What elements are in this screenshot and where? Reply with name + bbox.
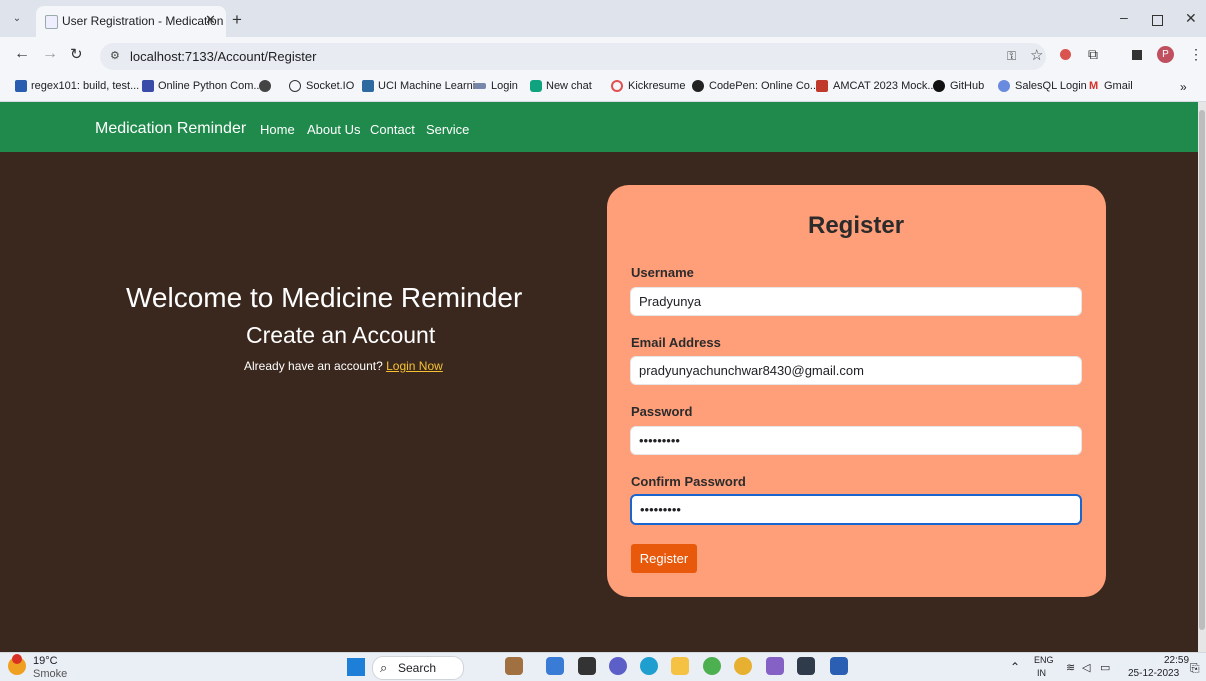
github-bookmark-icon: [933, 80, 945, 92]
codepen-bookmark-icon: [692, 80, 704, 92]
taskview-icon[interactable]: [578, 657, 596, 675]
new-tab-icon[interactable]: +: [232, 10, 242, 30]
back-icon[interactable]: ←: [14, 45, 30, 63]
battery-icon[interactable]: ▭: [1100, 661, 1110, 674]
terminal-icon[interactable]: [797, 657, 815, 675]
widgets-icon[interactable]: [505, 657, 523, 675]
file-explorer-icon[interactable]: [671, 657, 689, 675]
extensions-puzzle-icon[interactable]: ⧉: [1088, 46, 1098, 63]
create-account-heading: Create an Account: [246, 322, 436, 348]
confirm-password-field[interactable]: [630, 494, 1082, 525]
bookmark-item[interactable]: SalesQL Login: [1015, 80, 1087, 92]
password-label: Password: [631, 404, 693, 419]
chatgpt-bookmark-icon: [530, 80, 542, 92]
word-icon[interactable]: [830, 657, 848, 675]
site-info-icon[interactable]: ⚙: [110, 49, 120, 62]
password-field[interactable]: [630, 426, 1082, 455]
tray-overflow-icon[interactable]: ⌃: [1010, 660, 1020, 674]
volume-icon[interactable]: ◁: [1082, 661, 1090, 674]
windows-taskbar: [0, 652, 1206, 681]
bookmark-item[interactable]: Login: [491, 80, 518, 92]
profile-avatar[interactable]: P: [1157, 46, 1174, 63]
bookmark-item[interactable]: Gmail: [1104, 80, 1133, 92]
bookmark-star-icon[interactable]: ☆: [1030, 46, 1043, 64]
socketio-bookmark-icon: [289, 80, 301, 92]
password-key-icon[interactable]: ⚿: [1007, 49, 1016, 64]
clock-time[interactable]: 22:59: [1164, 655, 1189, 666]
nav-home[interactable]: Home: [260, 122, 295, 137]
uci-bookmark-icon: [362, 80, 374, 92]
python-bookmark-icon: [142, 80, 154, 92]
nav-service[interactable]: Service: [426, 122, 469, 137]
nav-contact[interactable]: Contact: [370, 122, 415, 137]
reload-icon[interactable]: ↻: [70, 45, 83, 63]
bookmark-item[interactable]: Socket.IO: [306, 80, 354, 92]
extension-icon[interactable]: [1060, 49, 1071, 60]
salesql-bookmark-icon: [998, 80, 1010, 92]
region-indicator[interactable]: IN: [1037, 668, 1046, 678]
site-brand[interactable]: Medication Reminder: [95, 120, 246, 138]
taskbar-search-label[interactable]: Search: [398, 661, 436, 675]
register-title: Register: [808, 212, 905, 239]
kickresume-bookmark-icon: [611, 80, 623, 92]
notifications-icon[interactable]: ⎘: [1190, 661, 1200, 676]
bookmark-item[interactable]: New chat: [546, 80, 592, 92]
confirm-password-label: Confirm Password: [631, 474, 746, 489]
email-field[interactable]: [630, 356, 1082, 385]
gmail-bookmark-icon: M: [1089, 80, 1099, 92]
visual-studio-icon[interactable]: [766, 657, 784, 675]
nav-about[interactable]: About Us: [307, 122, 360, 137]
username-label: Username: [631, 265, 694, 280]
amcat-bookmark-icon: [816, 80, 828, 92]
minimize-icon[interactable]: –: [1120, 9, 1128, 25]
teams-icon[interactable]: [609, 657, 627, 675]
bookmark-item[interactable]: Kickresume: [628, 80, 685, 92]
bookmark-item[interactable]: CodePen: Online Co...: [709, 80, 819, 92]
regex-bookmark-icon: [15, 80, 27, 92]
email-label: Email Address: [631, 335, 721, 350]
restore-icon[interactable]: [1152, 15, 1163, 26]
bookmark-item[interactable]: Online Python Com...: [158, 80, 263, 92]
wifi-icon[interactable]: ≋: [1066, 661, 1075, 674]
copilot-icon[interactable]: [546, 657, 564, 675]
url-text[interactable]: localhost:7133/Account/Register: [130, 49, 316, 64]
login-now-link[interactable]: Login Now: [386, 359, 443, 373]
sidepanel-icon[interactable]: [1132, 50, 1142, 60]
tab-search-icon[interactable]: ⌄: [10, 13, 24, 27]
username-field[interactable]: [630, 287, 1082, 316]
tab-title: User Registration - Medication: [62, 14, 224, 28]
welcome-heading: Welcome to Medicine Reminder: [126, 282, 523, 313]
bookmark-item[interactable]: AMCAT 2023 Mock...: [833, 80, 937, 92]
edge-icon[interactable]: [640, 657, 658, 675]
bookmark-item[interactable]: GitHub: [950, 80, 984, 92]
login-bookmark-icon: [474, 83, 486, 89]
weather-temp[interactable]: 19°C: [33, 655, 58, 667]
chrome-profile-icon[interactable]: [734, 657, 752, 675]
forward-icon[interactable]: →: [42, 45, 58, 63]
weather-text[interactable]: Smoke: [33, 668, 67, 680]
windows-start-icon[interactable]: [347, 658, 365, 676]
weather-alert-badge: [12, 654, 22, 664]
login-prompt: Already have an account? Login Now: [244, 359, 443, 373]
taskbar-search-icon: ⌕: [380, 660, 388, 675]
tab-favicon-icon: [45, 15, 58, 29]
chrome-icon[interactable]: [703, 657, 721, 675]
chrome-bookmark-icon: [259, 80, 271, 92]
login-prompt-text: Already have an account?: [244, 359, 383, 373]
tab-close-icon[interactable]: ✕: [205, 12, 216, 28]
register-card: [607, 185, 1106, 597]
bookmarks-overflow-icon[interactable]: »: [1180, 80, 1187, 94]
scrollbar-thumb[interactable]: [1199, 110, 1205, 630]
bookmark-item[interactable]: regex101: build, test...: [31, 80, 139, 92]
close-window-icon[interactable]: ✕: [1185, 10, 1197, 27]
clock-date[interactable]: 25-12-2023: [1128, 668, 1179, 679]
lang-indicator[interactable]: ENG: [1034, 655, 1054, 665]
menu-icon[interactable]: ⋮: [1189, 46, 1203, 63]
bookmark-item[interactable]: UCI Machine Learni...: [378, 80, 484, 92]
register-button[interactable]: Register: [631, 544, 697, 573]
